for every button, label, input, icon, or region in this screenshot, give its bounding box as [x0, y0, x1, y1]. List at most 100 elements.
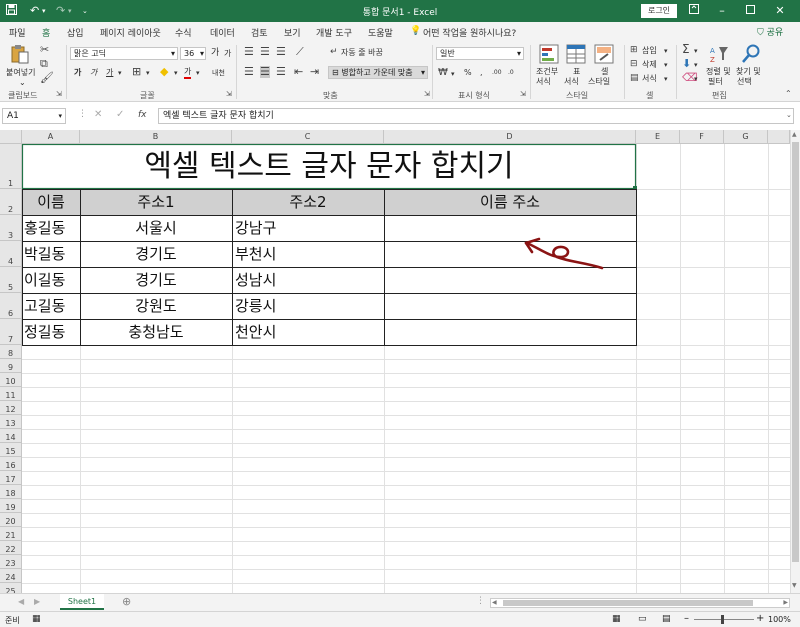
format-as-table-button[interactable]: 표 서식 [564, 44, 588, 88]
row-header[interactable]: 10 [0, 373, 22, 387]
merge-center-button[interactable]: ⊟ 병합하고 가운데 맞춤 ▾ [328, 66, 428, 79]
insert-function-button[interactable]: fx [138, 110, 147, 120]
address2-cell[interactable]: 부천시 [235, 241, 383, 267]
tab-data[interactable]: 데이터 [210, 26, 235, 39]
align-bottom-icon[interactable]: ☰ [276, 46, 286, 58]
increase-indent-icon[interactable]: ⇥ [310, 66, 319, 78]
chevron-down-icon[interactable]: ▾ [664, 74, 668, 84]
tab-review[interactable]: 검토 [251, 26, 268, 39]
normal-view-icon[interactable]: ▦ [612, 614, 621, 624]
align-left-icon[interactable]: ☰ [244, 66, 254, 78]
row-header[interactable]: 23 [0, 555, 22, 569]
select-all-corner[interactable] [0, 130, 22, 144]
row-header[interactable]: 6 [0, 293, 22, 319]
borders-icon[interactable]: ⊞ [132, 66, 141, 78]
worksheet-grid[interactable]: A B C D E F G 1 2 3 4 5 6 7 8 9 10 11 12… [0, 130, 790, 593]
underline-button[interactable]: 가 [106, 68, 113, 78]
align-top-icon[interactable]: ☰ [244, 46, 254, 58]
zoom-slider[interactable] [694, 619, 754, 620]
row-header[interactable]: 13 [0, 415, 22, 429]
scroll-down-icon[interactable]: ▼ [792, 582, 797, 589]
address2-cell[interactable]: 천안시 [235, 319, 383, 345]
row-header[interactable]: 1 [0, 144, 22, 189]
row-header[interactable]: 15 [0, 443, 22, 457]
row-header[interactable]: 21 [0, 527, 22, 541]
enter-icon[interactable]: ✓ [116, 109, 124, 120]
paste-button[interactable]: 붙여넣기 ⌄ [6, 44, 36, 87]
chevron-down-icon[interactable]: ▾ [664, 46, 668, 56]
insert-cells-button[interactable]: 삽입 [642, 46, 657, 56]
bold-button[interactable]: 가 [74, 68, 81, 78]
copy-icon[interactable]: ⧉ [40, 58, 48, 70]
row-header[interactable]: 16 [0, 457, 22, 471]
accounting-format-icon[interactable]: ₩ [438, 67, 448, 79]
vertical-scroll-thumb[interactable] [792, 142, 799, 562]
align-center-icon[interactable]: ☰ [260, 66, 270, 78]
tab-developer[interactable]: 개발 도구 [316, 26, 352, 39]
horizontal-scrollbar[interactable]: ◀ ▶ [490, 598, 790, 608]
insert-cells-icon[interactable]: ⊞ [630, 44, 638, 56]
maximize-icon[interactable] [742, 3, 758, 19]
dialog-launcher-icon[interactable]: ⇲ [56, 88, 62, 100]
zoom-out-icon[interactable]: – [684, 613, 689, 624]
minimize-icon[interactable]: – [714, 3, 730, 19]
login-button[interactable]: 로그인 [641, 4, 677, 18]
format-cells-icon[interactable]: ▤ [630, 72, 639, 84]
autosum-icon[interactable]: Σ [682, 43, 690, 55]
address1-cell[interactable]: 경기도 [80, 267, 232, 293]
chevron-down-icon[interactable]: ▾ [664, 60, 668, 70]
column-header-d[interactable]: D [384, 130, 636, 144]
zoom-slider-thumb[interactable] [721, 615, 724, 624]
row-header[interactable]: 7 [0, 319, 22, 345]
tab-file[interactable]: 파일 [9, 26, 26, 39]
formula-input[interactable]: 엑셀 텍스트 글자 문자 합치기 [158, 108, 794, 124]
font-size-select[interactable]: 36 ▾ [180, 47, 206, 60]
fill-icon[interactable]: ⬇ [682, 58, 691, 70]
row-header[interactable]: 20 [0, 513, 22, 527]
page-break-view-icon[interactable]: ▤ [662, 614, 671, 624]
vertical-scrollbar[interactable]: ▲ ▼ [790, 130, 800, 593]
name-cell[interactable]: 정길동 [24, 319, 80, 345]
percent-button[interactable]: % [464, 68, 472, 78]
italic-button[interactable]: 가 [90, 68, 97, 78]
sort-filter-button[interactable]: AZ 정렬 및 필터 [704, 44, 734, 88]
prev-sheet-icon[interactable]: ◀ [18, 597, 24, 606]
chevron-down-icon[interactable]: ▾ [694, 60, 698, 70]
chevron-down-icon[interactable]: ▾ [694, 46, 698, 56]
header-cell[interactable]: 이름 [22, 189, 80, 215]
dialog-launcher-icon[interactable]: ⇲ [520, 88, 526, 100]
column-header-c[interactable]: C [232, 130, 384, 144]
chevron-down-icon[interactable]: ▾ [118, 68, 122, 78]
column-header-f[interactable]: F [680, 130, 724, 144]
row-header[interactable]: 17 [0, 471, 22, 485]
comma-button[interactable]: , [480, 68, 483, 78]
tab-view[interactable]: 보기 [284, 26, 301, 39]
wrap-text-icon[interactable]: ↵ [330, 46, 338, 58]
scroll-right-icon[interactable]: ▶ [783, 599, 788, 606]
decrease-decimal-button[interactable]: .0 [508, 68, 514, 78]
row-header[interactable]: 2 [0, 189, 22, 215]
format-cells-button[interactable]: 서식 [642, 74, 657, 84]
scroll-up-icon[interactable]: ▲ [792, 131, 797, 138]
tab-formulas[interactable]: 수식 [175, 26, 192, 39]
column-header-h[interactable] [768, 130, 790, 144]
phonetic-button[interactable]: 내천 [212, 68, 225, 78]
header-cell[interactable]: 주소2 [232, 189, 384, 215]
horizontal-scroll-thumb[interactable] [503, 600, 753, 606]
address1-cell[interactable]: 경기도 [80, 241, 232, 267]
sheet-title-cell[interactable]: 엑셀 텍스트 글자 문자 합치기 [22, 144, 636, 189]
macro-record-icon[interactable]: ▦ [32, 614, 41, 624]
cell-styles-button[interactable]: 셀 스타일 [588, 44, 620, 88]
column-header-a[interactable]: A [22, 130, 80, 144]
add-sheet-icon[interactable]: ⊕ [122, 595, 131, 608]
zoom-in-icon[interactable]: + [756, 613, 764, 624]
row-header[interactable]: 3 [0, 215, 22, 241]
row-header[interactable]: 22 [0, 541, 22, 555]
share-button[interactable]: ⛉ 공유 [757, 25, 783, 38]
tell-me-search[interactable]: 어떤 작업을 원하시나요? [423, 26, 516, 39]
font-color-button[interactable]: 가 [184, 67, 192, 79]
address2-cell[interactable]: 성남시 [235, 267, 383, 293]
address2-cell[interactable]: 강남구 [235, 215, 383, 241]
row-header[interactable]: 8 [0, 345, 22, 359]
name-cell[interactable]: 고길동 [24, 293, 80, 319]
